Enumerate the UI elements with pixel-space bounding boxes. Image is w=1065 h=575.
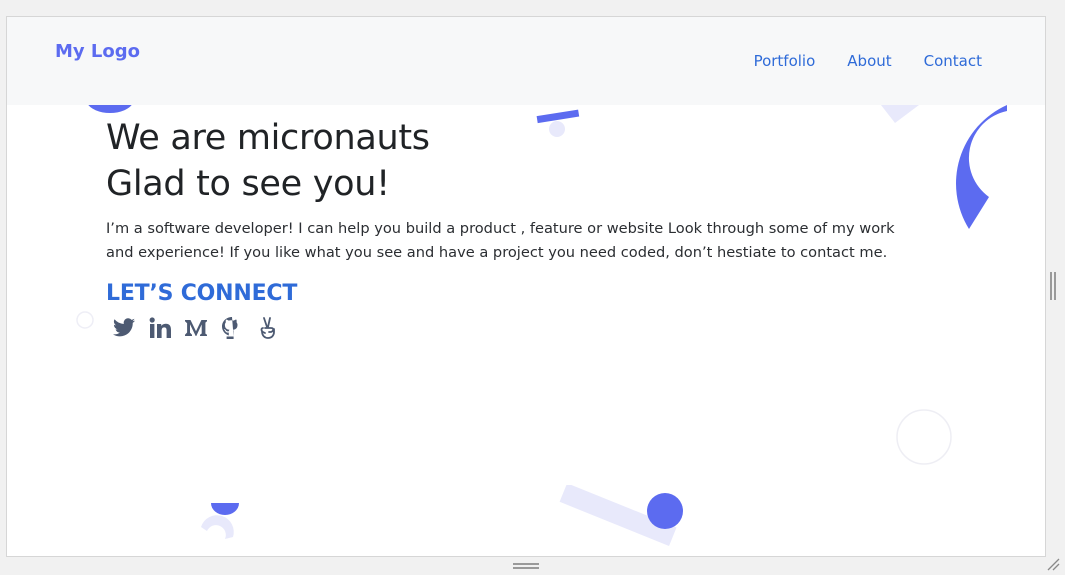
nav-link-contact[interactable]: Contact [924,52,982,70]
decorative-arc-right [956,105,1007,229]
side-resize-handle[interactable] [1050,272,1056,300]
medium-icon [185,320,207,336]
headline-line-1: We are micronauts [106,118,430,158]
connect-heading: LET’S CONNECT [106,281,298,306]
github-link[interactable] [220,316,244,340]
nav-link-about[interactable]: About [847,52,891,70]
decorative-semicircle-bottom-left [201,503,239,539]
browser-viewport: My Logo Portfolio About Contact We are m… [6,16,1046,557]
navbar: My Logo Portfolio About Contact [7,17,1045,105]
medium-link[interactable] [184,316,208,340]
bottom-resize-handle[interactable] [513,563,539,569]
hero-headline: We are micronauts Glad to see you! [106,115,926,207]
resize-corner-icon[interactable] [1046,557,1060,571]
twitter-link[interactable] [112,316,136,340]
angellist-icon [260,317,275,339]
nav-link-portfolio[interactable]: Portfolio [754,52,816,70]
headline-line-2: Glad to see you! [106,164,390,204]
intro-paragraph: I’m a software developer! I can help you… [106,220,895,261]
linkedin-icon [149,317,171,338]
decorative-ring-right [896,409,952,465]
decorative-bar-bottom [559,485,683,546]
logo-link[interactable]: My Logo [55,41,140,62]
linkedin-link[interactable] [148,316,172,340]
decorative-ring-left [76,311,94,329]
nav-links: Portfolio About Contact [754,52,982,70]
hero-section: We are micronauts Glad to see you! I’m a… [106,115,926,340]
social-links [112,316,926,340]
github-icon [222,317,238,339]
angellist-link[interactable] [256,316,280,340]
twitter-icon [112,318,135,337]
